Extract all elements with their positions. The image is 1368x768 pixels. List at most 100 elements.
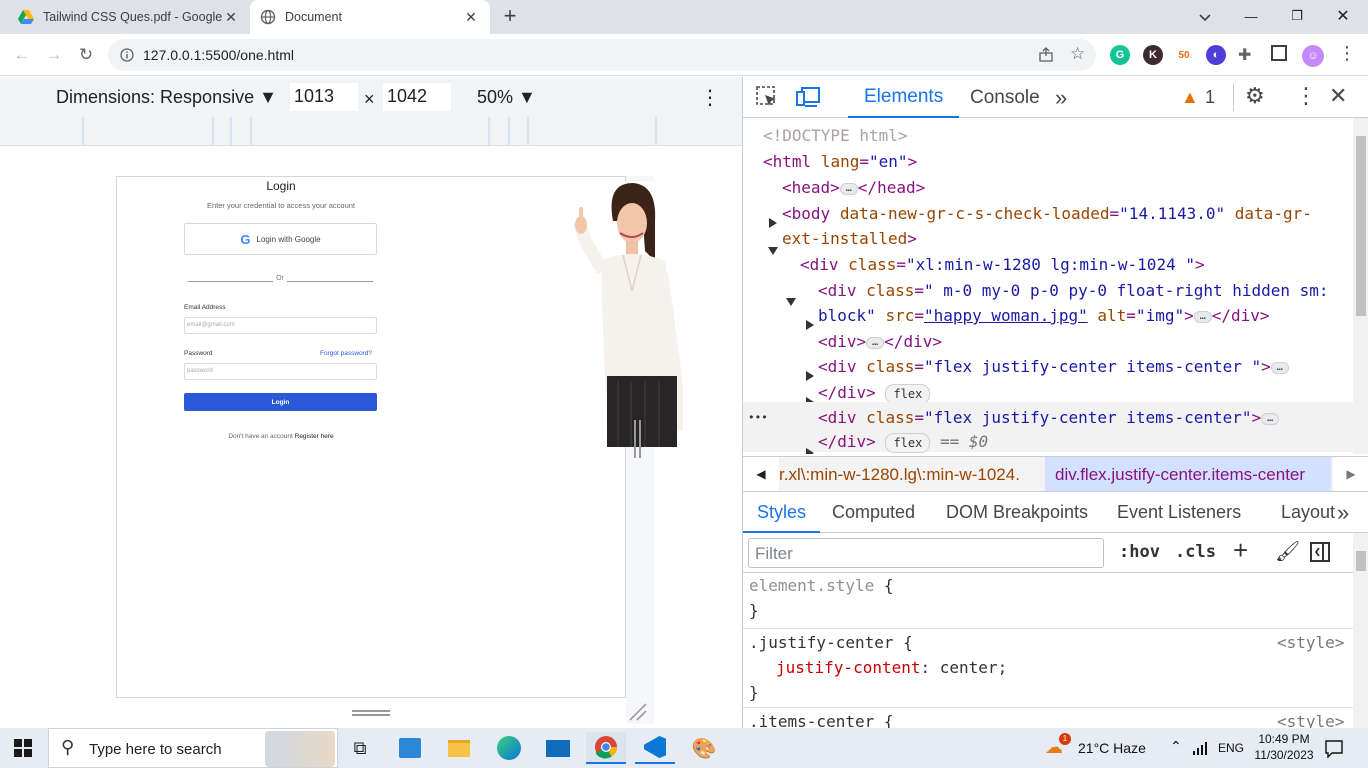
reload-icon[interactable]: ↻ (73, 42, 99, 68)
head-node[interactable]: <head>… </head> (782, 175, 925, 201)
ellipsis-icon[interactable]: … (1261, 412, 1280, 425)
styles-scrollbar[interactable] (1353, 533, 1368, 728)
breadcrumb-forward-icon[interactable]: ▶ (1333, 457, 1368, 491)
google-login-button[interactable]: G Login with Google (184, 223, 377, 255)
viewport-resize-corner-icon[interactable] (628, 702, 648, 722)
tab-dom-breakpoints[interactable]: DOM Breakpoints (946, 493, 1088, 533)
ellipsis-icon[interactable]: … (1270, 361, 1289, 374)
network-icon[interactable] (1192, 740, 1210, 756)
microsoft-store-icon[interactable] (390, 732, 430, 764)
image-src-link[interactable]: "happy woman.jpg" (924, 306, 1088, 325)
mail-icon[interactable] (538, 732, 578, 764)
devtools-menu-icon[interactable]: ⋮ (1295, 83, 1317, 109)
expand-triangle-icon[interactable] (769, 218, 777, 228)
justify-center-selector[interactable]: .justify-center { (749, 630, 913, 655)
device-toggle-icon[interactable] (795, 85, 821, 109)
tab-search-icon[interactable] (1195, 7, 1215, 27)
new-style-rule-icon[interactable]: + (1233, 535, 1248, 566)
media-query-marker[interactable] (655, 117, 657, 145)
media-query-marker[interactable] (488, 117, 490, 145)
tab-styles[interactable]: Styles (743, 493, 821, 533)
ellipsis-icon[interactable]: … (866, 336, 885, 349)
device-toolbar-menu-icon[interactable]: ⋮ (700, 85, 720, 110)
html-node[interactable]: <html lang="en"> (763, 149, 917, 175)
viewport-resize-handle-bottom[interactable] (352, 710, 390, 716)
close-tab-icon[interactable]: ✕ (222, 9, 240, 26)
warning-icon[interactable]: ▲ (1181, 87, 1199, 108)
viewport-height-input[interactable]: 1042 (383, 83, 451, 111)
extensions-puzzle-icon[interactable]: ✚ (1238, 45, 1251, 65)
expand-triangle-icon[interactable] (806, 371, 814, 381)
side-panel-icon[interactable] (1271, 45, 1287, 61)
email-field[interactable]: email@gmail.com (184, 317, 377, 334)
cls-toggle[interactable]: .cls (1175, 542, 1216, 562)
div-flex-selected-node[interactable]: <div class="flex justify-center items-ce… (818, 405, 1280, 431)
media-query-marker[interactable] (508, 117, 510, 145)
back-icon[interactable]: ← (9, 42, 35, 68)
info-icon[interactable] (120, 48, 134, 62)
ellipsis-icon[interactable]: … (1193, 310, 1212, 323)
div-flex-node[interactable]: <div class="flex justify-center items-ce… (818, 354, 1289, 380)
dom-scrollbar-thumb[interactable] (1356, 136, 1366, 316)
toggle-sidebar-icon[interactable] (1309, 541, 1331, 563)
forward-icon[interactable]: → (41, 42, 67, 68)
hov-toggle[interactable]: :hov (1119, 542, 1160, 562)
register-link[interactable]: Register here (295, 433, 334, 440)
paint-brush-icon[interactable]: 🖌 (1275, 539, 1300, 564)
input-language[interactable]: ENG (1218, 741, 1244, 755)
share-icon[interactable] (1038, 47, 1054, 63)
close-tab-icon[interactable]: ✕ (462, 9, 480, 26)
password-field[interactable]: password (184, 363, 377, 380)
edge-browser-icon[interactable] (489, 732, 529, 764)
forgot-password-link[interactable]: Forgot password? (320, 350, 372, 357)
style-source-link[interactable]: <style> (1277, 630, 1344, 655)
collapse-triangle-icon[interactable] (786, 298, 796, 306)
styles-scrollbar-thumb[interactable] (1356, 551, 1366, 571)
taskbar-search-input[interactable]: Type here to search (89, 741, 222, 758)
styles-filter-input[interactable]: Filter (748, 538, 1104, 568)
collapse-triangle-icon[interactable] (768, 247, 778, 255)
semrush-extension-icon[interactable]: ◐ (1206, 45, 1226, 65)
body-node[interactable]: <body data-new-gr-c-s-check-loaded="14.1… (782, 201, 1312, 227)
weather-text[interactable]: 21°C Haze (1078, 740, 1146, 756)
media-query-ruler[interactable] (0, 117, 742, 146)
ellipsis-icon[interactable]: … (839, 182, 858, 195)
div-image-node[interactable]: <div class=" m-0 my-0 p-0 py-0 float-rig… (818, 278, 1329, 304)
login-button[interactable]: Login (184, 393, 377, 411)
dom-scrollbar[interactable] (1353, 118, 1368, 454)
tab-console[interactable]: Console (955, 77, 1055, 118)
settings-gear-icon[interactable]: ⚙ (1245, 83, 1265, 109)
window-close-button[interactable]: ✕ (1320, 0, 1366, 32)
issues-count[interactable]: 1 (1205, 87, 1215, 108)
flex-badge[interactable]: flex (885, 384, 931, 404)
zoom-dropdown[interactable]: 50% ▼ (477, 87, 536, 108)
notifications-icon[interactable] (1324, 738, 1344, 758)
profile-avatar[interactable]: ☺ (1302, 45, 1324, 67)
inspect-element-icon[interactable] (755, 85, 779, 109)
paint-app-icon[interactable]: 🎨 (684, 732, 724, 764)
tab-layout[interactable]: Layout (1281, 493, 1335, 533)
show-hidden-icons[interactable]: ⌃ (1170, 738, 1182, 755)
chrome-icon[interactable] (586, 732, 626, 764)
task-view-icon[interactable]: ⧉ (340, 732, 380, 764)
div-xl-node[interactable]: <div class="xl:min-w-1280 lg:min-w-1024 … (800, 252, 1205, 278)
tab-elements[interactable]: Elements (848, 77, 960, 118)
vscode-icon[interactable] (635, 732, 675, 764)
viewport-width-input[interactable]: 1013 (290, 83, 358, 111)
media-query-marker[interactable] (527, 117, 529, 145)
dimensions-dropdown[interactable]: Dimensions: Responsive ▼ (56, 87, 277, 108)
flex-badge[interactable]: flex (885, 433, 931, 453)
file-explorer-icon[interactable] (439, 732, 479, 764)
expand-triangle-icon[interactable] (806, 320, 814, 330)
minimize-button[interactable]: — (1228, 0, 1274, 32)
bookmark-star-icon[interactable]: ☆ (1070, 44, 1085, 64)
media-query-marker[interactable] (250, 117, 252, 145)
justify-content-declaration[interactable]: justify-content: center; (776, 655, 1007, 680)
breadcrumb-back-icon[interactable]: ◀ (743, 457, 779, 491)
more-subtabs-icon[interactable]: » (1337, 493, 1349, 533)
clock[interactable]: 10:49 PM 11/30/2023 (1252, 731, 1316, 763)
doctype-node[interactable]: <!DOCTYPE html> (763, 123, 908, 149)
media-query-marker[interactable] (212, 117, 214, 145)
k-extension-icon[interactable]: K (1143, 45, 1163, 65)
windows-start-icon[interactable] (14, 739, 32, 757)
